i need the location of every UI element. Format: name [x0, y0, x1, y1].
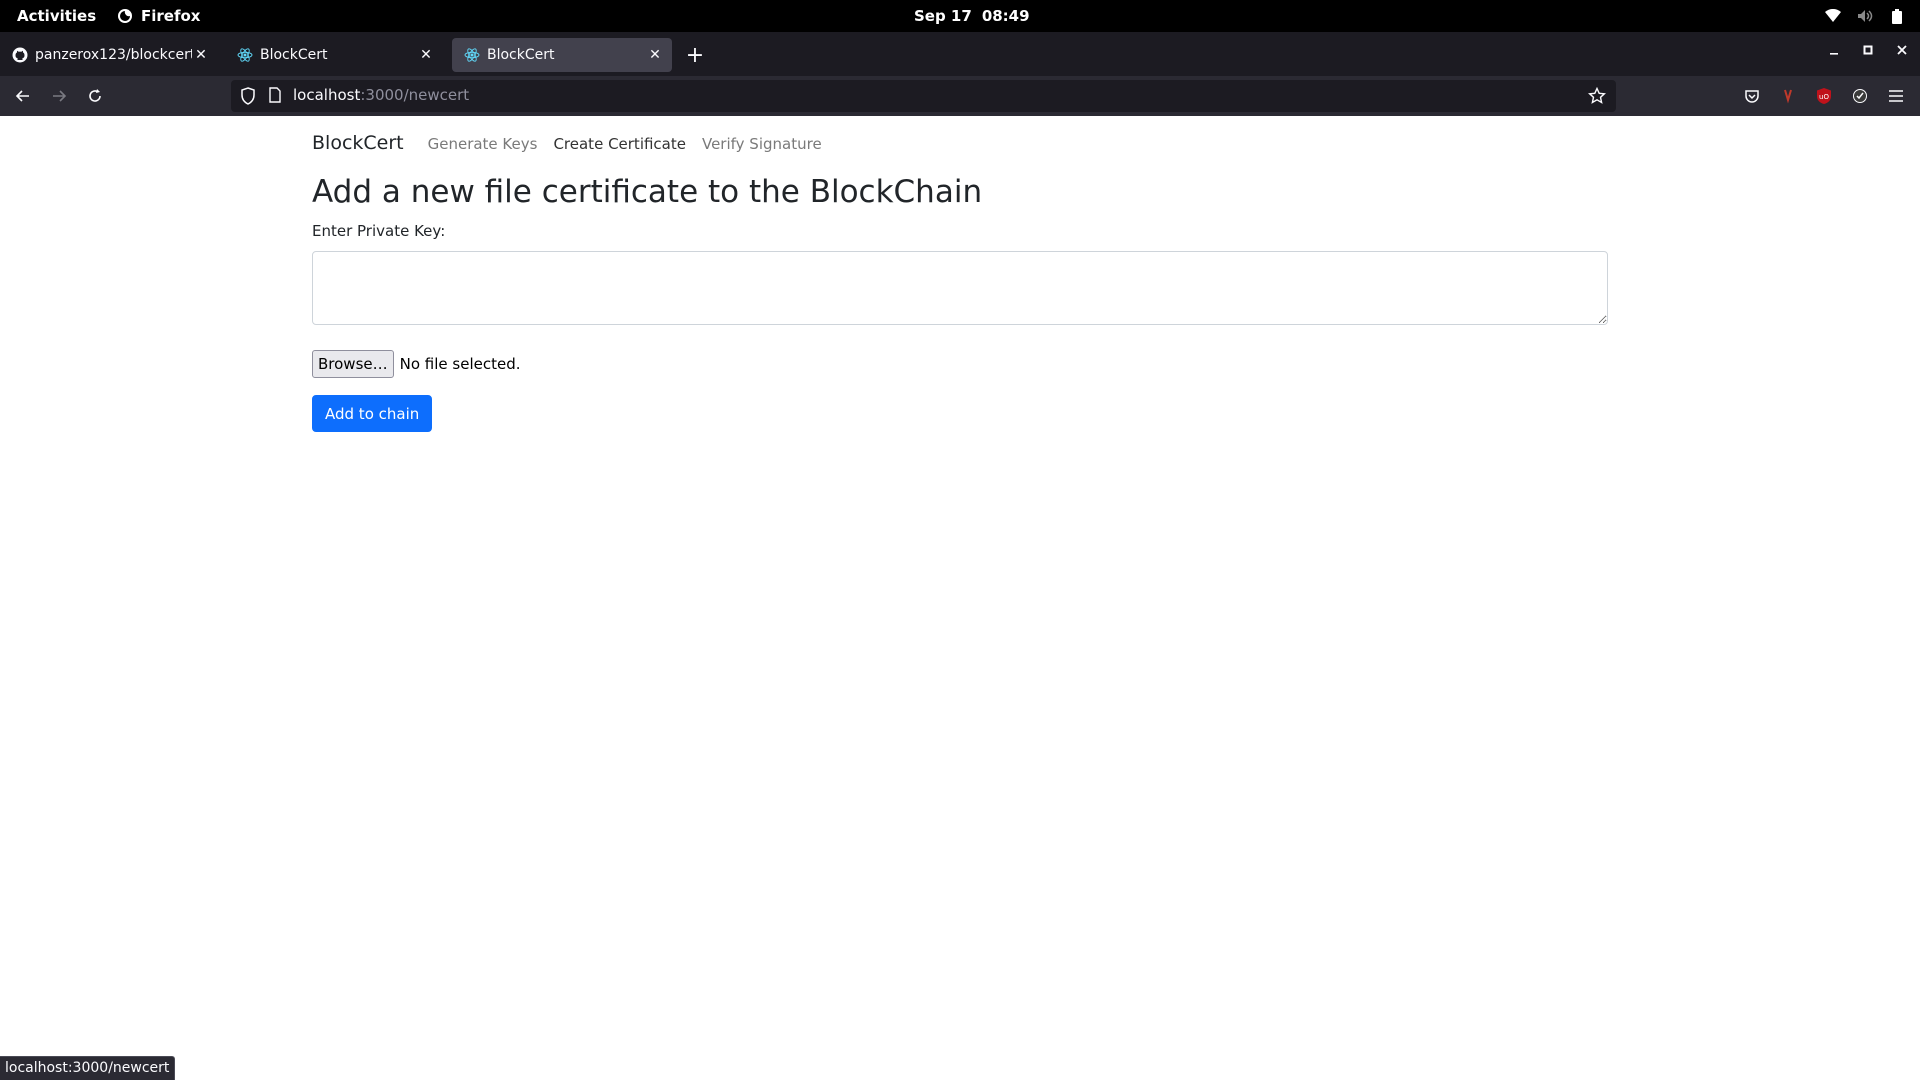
clock-time: 08:49	[981, 7, 1030, 25]
new-tab-button[interactable]: +	[682, 42, 708, 68]
forward-button[interactable]	[47, 84, 71, 108]
activities-button[interactable]: Activities	[17, 7, 96, 25]
tab-github[interactable]: panzerox123/blockcert-gu ✕	[0, 38, 218, 72]
firefox-icon	[116, 7, 134, 25]
tab-title: panzerox123/blockcert-gu	[35, 47, 192, 63]
tab-title: BlockCert	[487, 47, 555, 63]
battery-icon	[1888, 7, 1906, 25]
app-menu[interactable]: Firefox	[116, 7, 200, 25]
app-navbar: BlockCert Generate Keys Create Certifica…	[312, 132, 838, 154]
url-text: localhost:3000/newcert	[293, 86, 469, 104]
extension-red-icon[interactable]	[1777, 85, 1799, 107]
reload-icon	[89, 89, 101, 102]
file-input: Browse… No file selected.	[312, 350, 521, 378]
react-icon	[237, 47, 253, 63]
volume-icon	[1856, 7, 1874, 25]
nav-link-create-certificate[interactable]: Create Certificate	[553, 135, 686, 153]
tab-title: BlockCert	[260, 47, 328, 63]
nav-toolbar: localhost:3000/newcert uO	[0, 76, 1920, 116]
page-content: BlockCert Generate Keys Create Certifica…	[0, 116, 1920, 1080]
file-status-text: No file selected.	[399, 355, 521, 373]
tab-blockcert-active[interactable]: BlockCert ✕	[452, 38, 672, 72]
navbar-brand[interactable]: BlockCert	[312, 132, 404, 154]
back-button[interactable]	[11, 84, 35, 108]
tab-blockcert-1[interactable]: BlockCert ✕	[225, 38, 443, 72]
hamburger-menu-icon[interactable]	[1885, 85, 1907, 107]
back-arrow-icon	[15, 90, 29, 102]
reload-button[interactable]	[83, 84, 107, 108]
window-controls	[1826, 42, 1910, 58]
clock[interactable]: Sep 17 08:49	[914, 7, 1030, 25]
url-host: localhost	[293, 86, 361, 104]
tab-strip: panzerox123/blockcert-gu ✕ BlockCert ✕ B…	[0, 32, 1920, 76]
private-key-label: Enter Private Key:	[312, 222, 446, 240]
close-tab-icon[interactable]: ✕	[646, 46, 664, 64]
link-status-bar: localhost:3000/newcert	[0, 1056, 176, 1080]
github-icon	[12, 47, 28, 63]
bookmark-star-icon[interactable]	[1587, 86, 1607, 109]
forward-arrow-icon	[53, 90, 67, 102]
add-to-chain-button[interactable]: Add to chain	[312, 395, 433, 432]
close-window-icon[interactable]	[1894, 42, 1910, 58]
url-bar[interactable]: localhost:3000/newcert	[231, 80, 1616, 112]
close-tab-icon[interactable]: ✕	[192, 46, 210, 64]
ublock-origin-icon[interactable]: uO	[1813, 85, 1835, 107]
tracking-protection-icon[interactable]	[240, 87, 256, 109]
system-tray[interactable]	[1824, 7, 1906, 25]
page-title: Add a new file certificate to the BlockC…	[312, 174, 983, 210]
private-key-input[interactable]	[312, 251, 1608, 325]
maximize-icon[interactable]	[1860, 42, 1876, 58]
minimize-icon[interactable]	[1826, 42, 1842, 58]
react-icon	[464, 47, 480, 63]
pocket-icon[interactable]	[1741, 85, 1763, 107]
url-path: :3000/newcert	[360, 86, 470, 104]
extension-dark-icon[interactable]	[1849, 85, 1871, 107]
svg-text:uO: uO	[1819, 93, 1829, 101]
gnome-top-bar: Activities Firefox Sep 17 08:49	[0, 0, 1920, 32]
browse-button[interactable]: Browse…	[312, 350, 394, 378]
wifi-icon	[1824, 7, 1842, 25]
clock-date: Sep 17	[914, 7, 972, 25]
close-tab-icon[interactable]: ✕	[417, 46, 435, 64]
nav-link-verify-signature[interactable]: Verify Signature	[702, 135, 822, 153]
page-info-icon[interactable]	[268, 87, 282, 107]
nav-link-generate-keys[interactable]: Generate Keys	[428, 135, 538, 153]
app-name: Firefox	[141, 7, 201, 25]
